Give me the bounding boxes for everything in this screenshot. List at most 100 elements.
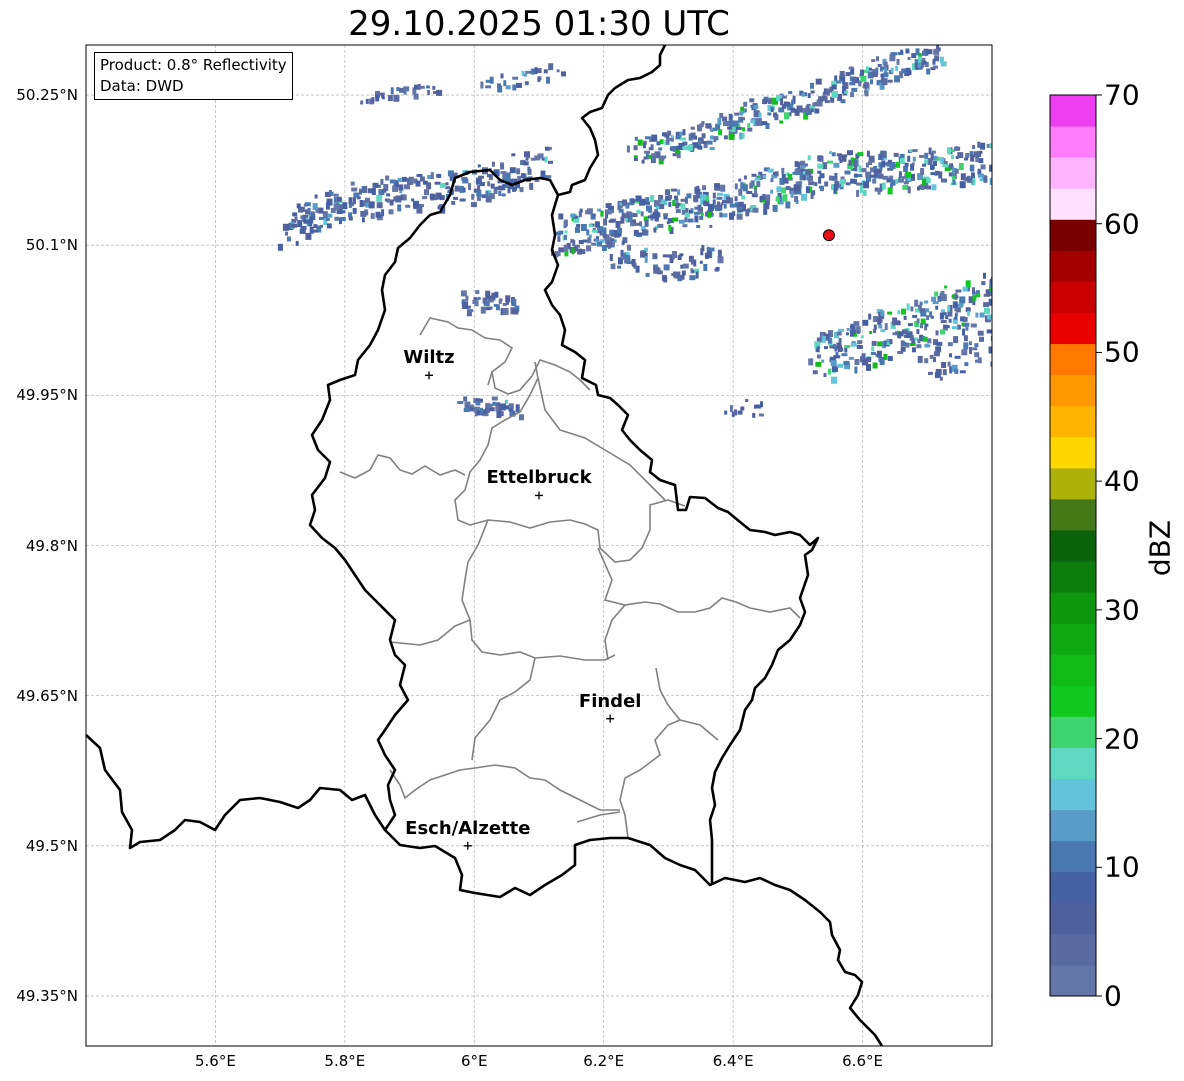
- radar-echo-cell: [754, 177, 761, 181]
- radar-echo-cell: [494, 291, 499, 298]
- radar-echo-cell: [675, 209, 681, 213]
- radar-echo-cell: [655, 206, 660, 210]
- radar-echo-cell: [717, 249, 722, 257]
- radar-echo-cell: [917, 186, 920, 191]
- radar-echo-cell: [946, 147, 951, 155]
- radar-echo-cell: [555, 231, 561, 236]
- colorbar-tick-label: 20: [1104, 722, 1140, 756]
- radar-echo-cell: [659, 139, 664, 145]
- radar-echo-cell: [393, 94, 400, 102]
- radar-echo-cell: [376, 202, 383, 209]
- radar-echo-cell: [642, 229, 647, 235]
- radar-echo-cell: [942, 369, 947, 376]
- radar-echo-cell: [674, 271, 681, 279]
- radar-echo-cell: [837, 363, 844, 368]
- radar-echo-cell: [761, 121, 768, 126]
- radar-echo-cell: [934, 372, 939, 379]
- radar-echo-cell: [775, 196, 780, 202]
- colorbar-segment: [1050, 95, 1096, 127]
- radar-echo-cell: [679, 253, 684, 257]
- radar-echo-cell: [745, 399, 749, 402]
- radar-echo-cell: [863, 83, 870, 89]
- radar-echo-cell: [880, 310, 885, 317]
- radar-echo-cell: [397, 178, 402, 182]
- radar-echo-cell: [959, 181, 966, 189]
- radar-echo-cell: [718, 129, 723, 136]
- radar-echo-cell: [336, 196, 342, 202]
- radar-echo-cell: [979, 336, 984, 342]
- radar-echo-cell: [485, 79, 492, 83]
- radar-echo-cell: [475, 290, 480, 295]
- radar-echo-cell: [917, 62, 921, 68]
- radar-echo-cell: [627, 244, 631, 251]
- lon-tick-label: 6.6°E: [842, 1052, 883, 1070]
- radar-echo-cell: [617, 257, 623, 265]
- radar-echo-cell: [588, 234, 592, 238]
- radar-echo-cell: [805, 170, 812, 176]
- radar-echo-cell: [961, 349, 968, 356]
- radar-echo-cell: [677, 189, 681, 196]
- radar-echo-cell: [898, 171, 902, 179]
- radar-echo-cell: [904, 162, 909, 167]
- radar-echo-cell: [375, 94, 380, 102]
- radar-echo-cell: [327, 213, 333, 218]
- radar-echo-cell: [972, 177, 976, 185]
- radar-echo-cell: [791, 99, 795, 105]
- radar-echo-cell: [697, 145, 703, 150]
- radar-echo-cell: [785, 186, 791, 191]
- radar-echo-cell: [776, 186, 782, 193]
- radar-echo-cell: [940, 320, 947, 323]
- radar-echo-cell: [931, 184, 937, 191]
- radar-echo-cell: [470, 202, 477, 208]
- radar-echo-cell: [887, 187, 893, 195]
- radar-echo-cell: [916, 318, 920, 324]
- radar-echo-cell: [398, 184, 404, 191]
- radar-echo-cell: [911, 162, 915, 166]
- radar-echo-cell: [571, 247, 575, 255]
- radar-echo-cell: [712, 192, 716, 199]
- radar-echo-cell: [993, 298, 998, 301]
- radar-echo-cell: [765, 194, 771, 202]
- radar-echo-cell: [622, 199, 628, 206]
- radar-echo-cell: [512, 76, 519, 80]
- radar-echo-cell: [381, 209, 385, 217]
- radar-echo-cell: [502, 308, 509, 315]
- radar-echo-cell: [513, 299, 517, 304]
- radar-echo-cell: [754, 404, 757, 409]
- radar-echo-cell: [935, 305, 939, 310]
- radar-echo-cell: [964, 177, 971, 182]
- radar-echo-cell: [972, 145, 976, 150]
- radar-echo-cell: [439, 195, 445, 201]
- radar-echo-cell: [516, 168, 521, 175]
- radar-echo-cell: [965, 280, 971, 288]
- radar-echo-cell: [899, 158, 905, 164]
- colorbar-label: dBZ: [1143, 519, 1177, 577]
- radar-echo-cell: [368, 201, 375, 209]
- radar-echo-cell: [485, 290, 491, 297]
- radar-echo-cell: [924, 323, 929, 327]
- radar-echo-cell: [959, 296, 966, 304]
- radar-echo-cell: [737, 209, 744, 213]
- radar-echo-cell: [543, 69, 548, 74]
- lat-tick-label: 50.1°N: [25, 236, 78, 255]
- radar-echo-cell: [359, 188, 362, 195]
- radar-echo-cell: [900, 49, 904, 54]
- radar-echo-cell: [460, 290, 467, 297]
- radar-echo-cell: [734, 409, 737, 416]
- radar-echo-cell: [895, 321, 901, 326]
- radar-echo-cell: [814, 108, 820, 114]
- radar-echo-cell: [827, 337, 832, 344]
- radar-echo-cell: [576, 224, 581, 227]
- radar-echo-cell: [763, 174, 767, 178]
- radar-echo-cell: [951, 154, 955, 159]
- radar-echo-cell: [706, 251, 712, 259]
- radar-echo-cell: [659, 157, 665, 161]
- radar-echo-cell: [856, 345, 863, 349]
- radar-echo-cell: [833, 355, 837, 360]
- radar-echo-cell: [947, 305, 951, 313]
- radar-echo-cell: [909, 149, 913, 153]
- city-markers: [424, 371, 615, 850]
- radar-echo-cell: [495, 304, 500, 311]
- colorbar-tick-label: 30: [1104, 593, 1140, 627]
- colorbar-segment: [1050, 312, 1096, 345]
